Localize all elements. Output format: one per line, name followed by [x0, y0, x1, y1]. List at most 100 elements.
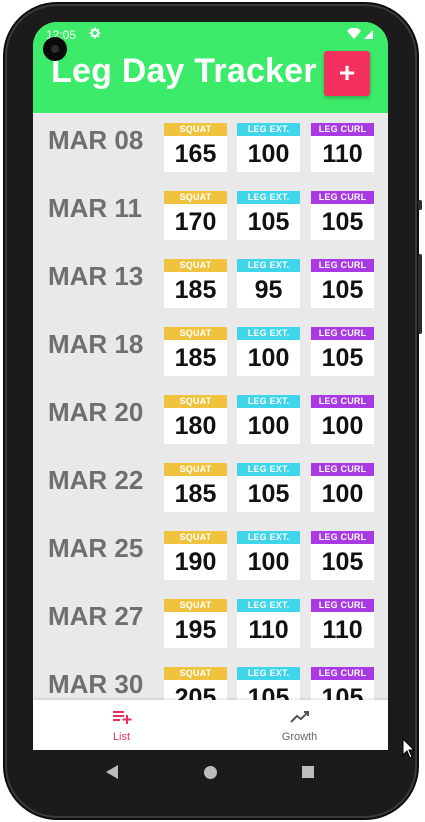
leg-ext-value: 100 [247, 140, 290, 168]
leg-curl-value: 100 [321, 412, 364, 440]
app-header: 12:05 Leg Day Tracker + [33, 22, 388, 113]
entry-list[interactable]: MAR 08 SQUAT 165 LEG EXT. 100 LEG CURL 110 MAR … [33, 113, 388, 700]
app-title: Leg Day Tracker [51, 52, 317, 90]
leg-curl-card: LEG CURL 105 [311, 531, 374, 580]
leg-ext-value: 100 [247, 412, 290, 440]
squat-card: SQUAT 180 [164, 395, 227, 444]
squat-label: SQUAT [164, 667, 227, 680]
recents-square-icon[interactable] [302, 766, 314, 778]
mouse-cursor-icon [402, 737, 416, 765]
squat-value: 185 [174, 276, 217, 304]
home-circle-icon[interactable] [204, 766, 217, 779]
squat-value: 165 [174, 140, 217, 168]
leg-curl-card: LEG CURL 110 [311, 123, 374, 172]
signal-icon [364, 30, 373, 39]
leg-curl-card: LEG CURL 105 [311, 191, 374, 240]
leg-curl-label: LEG CURL [311, 531, 374, 544]
leg-ext-label: LEG EXT. [237, 531, 300, 544]
leg-curl-label: LEG CURL [311, 191, 374, 204]
squat-card: SQUAT 185 [164, 327, 227, 376]
squat-label: SQUAT [164, 327, 227, 340]
leg-curl-value: 105 [321, 208, 364, 236]
leg-ext-card: LEG EXT. 100 [237, 327, 300, 376]
leg-curl-value: 110 [322, 616, 363, 644]
front-camera [43, 37, 67, 61]
trending-up-icon [289, 708, 311, 726]
squat-value: 185 [174, 480, 217, 508]
squat-card: SQUAT 205 [164, 667, 227, 700]
entry-date: MAR 25 [48, 533, 144, 563]
leg-curl-card: LEG CURL 110 [311, 599, 374, 648]
leg-curl-label: LEG CURL [311, 599, 374, 612]
leg-curl-label: LEG CURL [311, 327, 374, 340]
entry-date: MAR 30 [48, 669, 144, 699]
squat-card: SQUAT 190 [164, 531, 227, 580]
squat-label: SQUAT [164, 531, 227, 544]
leg-curl-label: LEG CURL [311, 667, 374, 680]
nav-item-list[interactable]: List [33, 700, 210, 750]
add-entry-button[interactable]: + [324, 51, 370, 96]
leg-ext-label: LEG EXT. [237, 191, 300, 204]
leg-curl-label: LEG CURL [311, 395, 374, 408]
squat-label: SQUAT [164, 463, 227, 476]
leg-ext-card: LEG EXT. 100 [237, 531, 300, 580]
leg-ext-label: LEG EXT. [237, 259, 300, 272]
leg-curl-card: LEG CURL 105 [311, 259, 374, 308]
entry-date: MAR 13 [48, 261, 144, 291]
leg-ext-card: LEG EXT. 105 [237, 463, 300, 512]
leg-ext-card: LEG EXT. 100 [237, 123, 300, 172]
entry-row[interactable]: MAR 25 SQUAT 190 LEG EXT. 100 LEG CURL 105 [33, 521, 388, 589]
entry-row[interactable]: MAR 11 SQUAT 170 LEG EXT. 105 LEG CURL 105 [33, 181, 388, 249]
squat-card: SQUAT 195 [164, 599, 227, 648]
leg-ext-card: LEG EXT. 95 [237, 259, 300, 308]
squat-card: SQUAT 185 [164, 259, 227, 308]
squat-value: 195 [174, 616, 217, 644]
entry-row[interactable]: MAR 30 SQUAT 205 LEG EXT. 105 LEG CURL 105 [33, 657, 388, 700]
entry-date: MAR 11 [48, 193, 142, 223]
wifi-icon [347, 27, 361, 39]
entry-date: MAR 27 [48, 601, 144, 631]
system-navigation-bar [33, 750, 388, 796]
entry-row[interactable]: MAR 27 SQUAT 195 LEG EXT. 110 LEG CURL 110 [33, 589, 388, 657]
bottom-navigation: List Growth [33, 700, 388, 750]
squat-label: SQUAT [164, 123, 227, 136]
entry-row[interactable]: MAR 20 SQUAT 180 LEG EXT. 100 LEG CURL 100 [33, 385, 388, 453]
playlist-add-icon [111, 708, 133, 726]
squat-label: SQUAT [164, 599, 227, 612]
leg-curl-value: 100 [321, 480, 364, 508]
squat-value: 190 [174, 548, 217, 576]
leg-curl-value: 105 [321, 548, 364, 576]
leg-curl-card: LEG CURL 105 [311, 667, 374, 700]
leg-curl-label: LEG CURL [311, 123, 374, 136]
entry-date: MAR 18 [48, 329, 144, 359]
leg-ext-card: LEG EXT. 105 [237, 667, 300, 700]
squat-card: SQUAT 170 [164, 191, 227, 240]
nav-item-growth[interactable]: Growth [211, 700, 388, 750]
leg-curl-card: LEG CURL 105 [311, 327, 374, 376]
squat-value: 185 [174, 344, 217, 372]
leg-ext-card: LEG EXT. 110 [237, 599, 300, 648]
back-triangle-icon[interactable] [106, 765, 120, 784]
leg-ext-value: 105 [247, 684, 290, 700]
nav-label-growth: Growth [281, 731, 318, 743]
entry-date: MAR 22 [48, 465, 144, 495]
entry-row[interactable]: MAR 22 SQUAT 185 LEG EXT. 105 LEG CURL 100 [33, 453, 388, 521]
settings-gear-icon [89, 27, 101, 42]
entry-row[interactable]: MAR 13 SQUAT 185 LEG EXT. 95 LEG CURL 105 [33, 249, 388, 317]
leg-ext-label: LEG EXT. [237, 599, 300, 612]
squat-label: SQUAT [164, 191, 227, 204]
squat-value: 170 [174, 208, 217, 236]
leg-ext-value: 100 [247, 548, 290, 576]
leg-curl-card: LEG CURL 100 [311, 395, 374, 444]
nav-label-list: List [112, 731, 131, 743]
entry-row[interactable]: MAR 18 SQUAT 185 LEG EXT. 100 LEG CURL 105 [33, 317, 388, 385]
entry-row[interactable]: MAR 08 SQUAT 165 LEG EXT. 100 LEG CURL 110 [33, 113, 388, 181]
leg-ext-label: LEG EXT. [237, 327, 300, 340]
leg-ext-card: LEG EXT. 100 [237, 395, 300, 444]
squat-card: SQUAT 185 [164, 463, 227, 512]
leg-ext-value: 100 [247, 344, 290, 372]
status-icons [346, 27, 376, 43]
volume-button [418, 254, 422, 334]
leg-curl-value: 105 [321, 684, 364, 700]
leg-ext-label: LEG EXT. [237, 667, 300, 680]
